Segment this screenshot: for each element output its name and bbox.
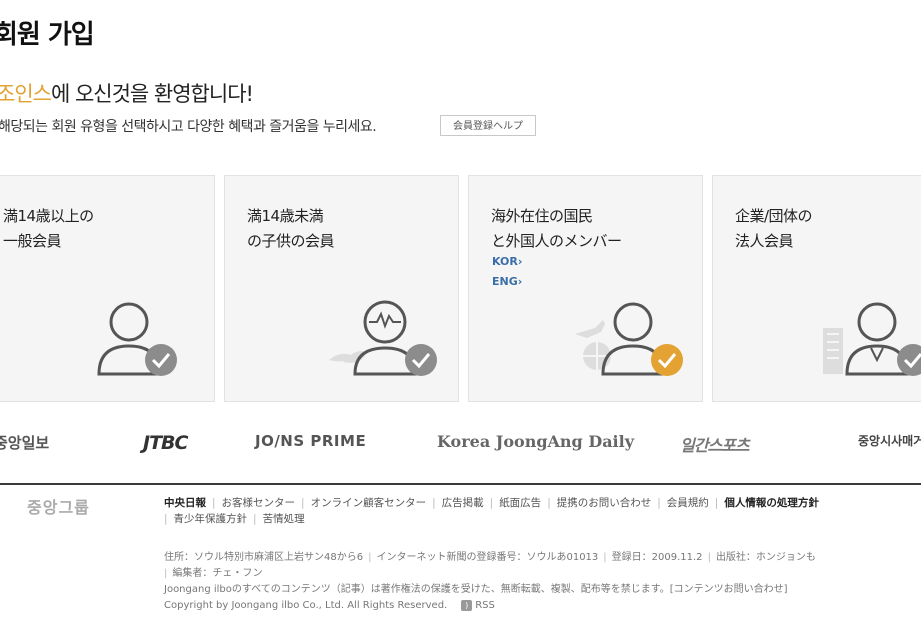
footer-link-online-customer-center[interactable]: オンライン顧客センター bbox=[311, 497, 427, 509]
footer-link-terms[interactable]: 会員規約 bbox=[667, 497, 709, 509]
brand-jtbc[interactable]: JTBC bbox=[143, 432, 188, 454]
footer-divider bbox=[0, 483, 921, 485]
brand-joongang-sisa-magazine[interactable]: 중앙시사매거진 bbox=[858, 432, 921, 449]
footer-copyright-notice: Joongang ilboのすべてのコンテンツ（記事）は著作権法の保護を受けた、… bbox=[164, 584, 788, 595]
brand-korea-joongang-daily[interactable]: Korea JoongAng Daily bbox=[437, 432, 634, 451]
korean-link[interactable]: KOR› bbox=[492, 255, 522, 268]
footer-link-customer-center[interactable]: お客様センター bbox=[222, 497, 296, 509]
footer-publisher: 出版社：ホンジョンも bbox=[715, 552, 816, 563]
card-title: 企業/団体の 法人会員 bbox=[735, 207, 813, 250]
globe-person-check-icon bbox=[575, 302, 683, 376]
footer-registered-date: 登録日：2009.11.2 bbox=[611, 552, 703, 563]
brand-joins-prime[interactable]: JO/NS PRIME bbox=[255, 432, 366, 450]
brand-joongang-ilbo[interactable]: 중앙일보 bbox=[0, 432, 49, 453]
signup-help-button[interactable]: 会員登録ヘルプ bbox=[440, 115, 536, 136]
subtitle: 해당되는 회원 유형을 선택하시고 다양한 혜택과 즐거움을 누리세요. bbox=[0, 119, 377, 135]
footer-link-youth-protection[interactable]: 青少年保護方針 bbox=[174, 513, 248, 525]
child-check-icon bbox=[329, 300, 437, 376]
welcome-heading: 조인스에 오신것을 환영합니다! bbox=[0, 78, 254, 108]
card-title: 海外在住の国民 と外国人のメンバー bbox=[491, 207, 622, 250]
footer-registration: インターネット新聞の登録番号：ソウルあ01013 bbox=[376, 552, 599, 563]
footer-group-logo: 중앙그룹 bbox=[27, 498, 90, 517]
building-person-check-icon bbox=[823, 302, 921, 376]
footer-address: 住所：ソウル特別市麻浦区上岩サン48から6 bbox=[164, 552, 364, 563]
footer-editor: 編集者：チェ・フン bbox=[172, 568, 263, 579]
footer-link-partnership[interactable]: 提携のお問い合わせ bbox=[557, 497, 652, 509]
card-corporate-member[interactable]: 企業/団体の 法人会員 bbox=[712, 175, 921, 402]
welcome-brand: 조인스 bbox=[0, 82, 52, 106]
card-overseas-member[interactable]: 海外在住の国民 と外国人のメンバー KOR› ENG› bbox=[468, 175, 703, 402]
card-title: 満14歳未満 の子供の会員 bbox=[247, 207, 335, 250]
card-child-member[interactable]: 満14歳未満 の子供の会員 bbox=[224, 175, 459, 402]
group-brands: 중앙일보 JTBC JO/NS PRIME Korea JoongAng Dai… bbox=[0, 428, 921, 458]
person-check-icon bbox=[97, 302, 177, 376]
brand-ilgan-sports[interactable]: 일간스포츠 bbox=[680, 432, 750, 456]
welcome-text: 에 오신것을 환영합니다! bbox=[50, 82, 254, 106]
footer-info: 住所：ソウル特別市麻浦区上岩サン48から6 | インターネット新聞の登録番号：ソウル… bbox=[164, 552, 816, 611]
footer-link-privacy-policy[interactable]: 個人情報の処理方針 bbox=[724, 497, 819, 509]
footer-link-advertising[interactable]: 広告掲載 bbox=[442, 497, 484, 509]
rss-link[interactable]: RSS bbox=[475, 600, 495, 611]
card-general-member[interactable]: 満14歳以上の 一般会員 bbox=[0, 175, 215, 402]
footer-links: 中央日報 | お客様センター | オンライン顧客センター | 広告掲載 | 紙面広告 | 提携のお問… bbox=[164, 497, 819, 525]
english-link[interactable]: ENG› bbox=[492, 275, 522, 288]
footer-link-print-ads[interactable]: 紙面広告 bbox=[499, 497, 541, 509]
page-title: 회원 가입 bbox=[0, 20, 95, 50]
footer-link-complaints[interactable]: 苦情処理 bbox=[263, 513, 305, 525]
card-title: 満14歳以上の 一般会員 bbox=[3, 207, 94, 250]
footer-link-joongang-ilbo[interactable]: 中央日報 bbox=[164, 497, 206, 509]
rss-icon: ) bbox=[461, 599, 473, 611]
footer-copyright: Copyright by Joongang ilbo Co., Ltd. All… bbox=[164, 600, 448, 611]
